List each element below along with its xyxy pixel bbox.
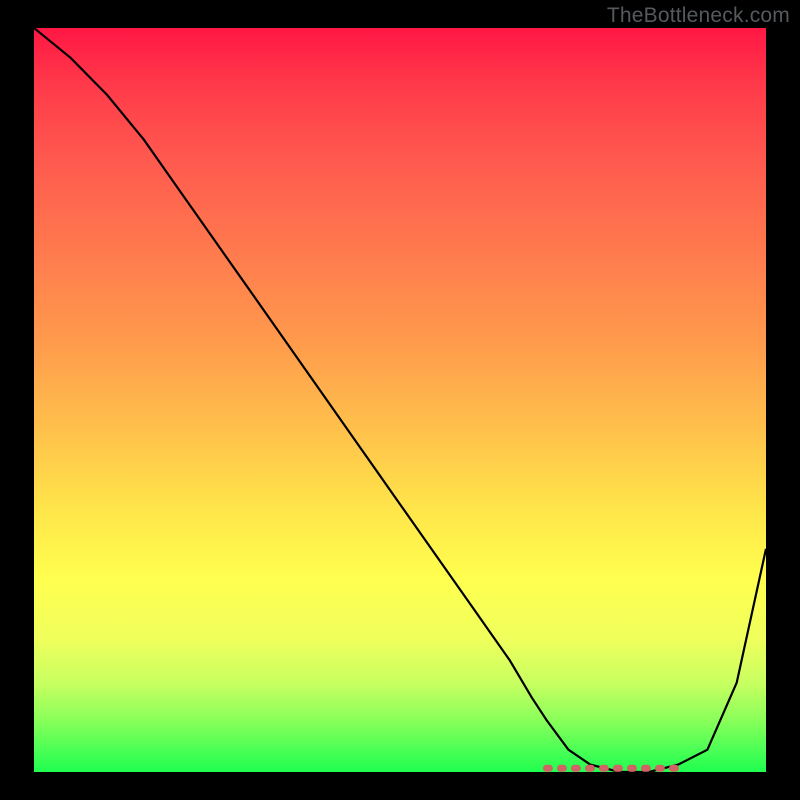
- watermark-text: TheBottleneck.com: [607, 4, 790, 28]
- chart-frame: TheBottleneck.com: [0, 0, 800, 800]
- plot-area: [34, 28, 766, 772]
